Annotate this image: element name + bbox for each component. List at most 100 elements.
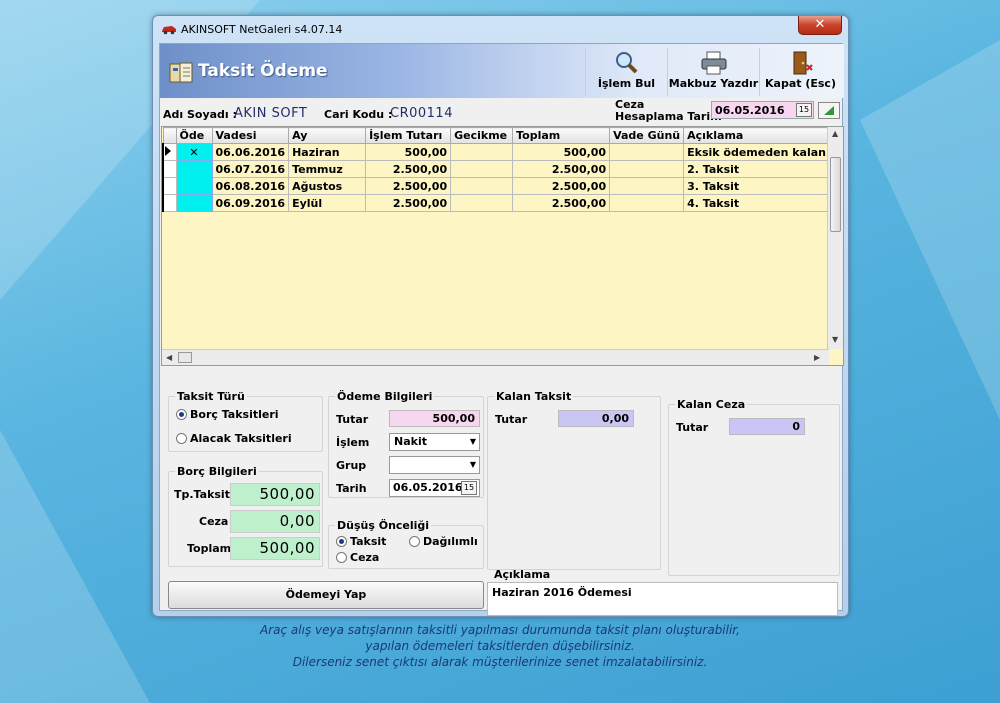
cell-gun xyxy=(609,177,685,195)
row-indicator xyxy=(162,160,177,178)
col-vadesi[interactable]: Vadesi xyxy=(211,127,290,144)
col-toplam[interactable]: Toplam xyxy=(512,127,611,144)
pay-checkbox[interactable] xyxy=(175,160,213,178)
receivable-installments-radio[interactable]: Alacak Taksitleri xyxy=(176,432,292,445)
payment-amount-input[interactable]: 500,00 xyxy=(389,410,480,427)
debt-installments-radio[interactable]: Borç Taksitleri xyxy=(176,408,279,421)
col-gecikme[interactable]: Gecikme xyxy=(450,127,514,144)
radio-empty-icon xyxy=(336,552,347,563)
grid-horizontal-scrollbar[interactable]: ◀ ▶ xyxy=(162,349,829,365)
remaining-penalty-amount-label: Tutar xyxy=(676,421,709,434)
tp-installment-label: Tp.Taksit xyxy=(174,488,230,501)
table-row[interactable]: ✕ 06.06.2016 Haziran 500,00 500,00 Eksik… xyxy=(162,143,837,161)
pay-checkbox[interactable] xyxy=(175,194,213,212)
cell-tutar: 2.500,00 xyxy=(365,177,452,195)
transaction-type-value: Nakit xyxy=(394,435,427,448)
cell-ay: Haziran xyxy=(288,143,367,161)
cell-gun xyxy=(609,143,685,161)
debt-penalty-label: Ceza xyxy=(199,515,229,528)
print-receipt-label: Makbuz Yazdır xyxy=(668,77,759,90)
magnifier-icon xyxy=(615,52,637,74)
tp-installment-value: 500,00 xyxy=(230,483,320,506)
title-bar[interactable]: AKINSOFT NetGaleri s4.07.14 ✕ xyxy=(153,16,848,42)
installment-type-title: Taksit Türü xyxy=(175,390,247,403)
remaining-penalty-group: Kalan Ceza Tutar 0 xyxy=(668,398,840,576)
cell-vade: 06.09.2016 xyxy=(211,194,290,212)
scroll-left-icon[interactable]: ◀ xyxy=(166,353,172,362)
priority-penalty-radio[interactable]: Ceza xyxy=(336,551,379,564)
group-select[interactable]: ▼ xyxy=(389,456,480,474)
search-transaction-button[interactable]: İşlem Bul xyxy=(585,48,667,96)
table-row[interactable]: 06.08.2016 Ağustos 2.500,00 2.500,00 3. … xyxy=(162,177,837,195)
remaining-penalty-title: Kalan Ceza xyxy=(675,398,748,411)
close-form-button[interactable]: Kapat (Esc) xyxy=(759,48,841,96)
col-ode[interactable]: Öde xyxy=(175,127,213,144)
cell-tutar: 2.500,00 xyxy=(365,160,452,178)
chevron-down-icon: ▼ xyxy=(469,437,476,446)
cell-ay: Temmuz xyxy=(288,160,367,178)
row-indicator xyxy=(162,177,177,195)
calendar-icon[interactable]: 15 xyxy=(461,481,477,495)
installment-type-group: Taksit Türü Borç Taksitleri Alacak Taksi… xyxy=(168,390,323,452)
priority-installment-radio[interactable]: Taksit xyxy=(336,535,386,548)
debt-penalty-value: 0,00 xyxy=(230,510,320,533)
caption-line-1: Araç alış veya satışlarının taksitli yap… xyxy=(260,623,740,637)
cell-gecikme xyxy=(450,160,514,178)
make-payment-button[interactable]: Ödemeyi Yap xyxy=(168,581,484,609)
grid-vertical-scrollbar[interactable]: ▲ ▼ xyxy=(827,127,843,349)
scroll-right-icon[interactable]: ▶ xyxy=(814,353,820,362)
scroll-up-icon[interactable]: ▲ xyxy=(832,129,838,138)
description-input[interactable]: Haziran 2016 Ödemesi xyxy=(487,582,838,616)
horizontal-scroll-thumb[interactable] xyxy=(178,352,192,363)
priority-penalty-label: Ceza xyxy=(350,551,380,564)
window-close-button[interactable]: ✕ xyxy=(798,16,842,35)
deduction-priority-title: Düşüş Önceliği xyxy=(335,519,432,532)
cell-aciklama: Eksik ödemeden kalan xyxy=(683,143,837,161)
cell-gun xyxy=(609,194,685,212)
apply-date-button[interactable] xyxy=(818,102,840,119)
col-ay[interactable]: Ay xyxy=(288,127,367,144)
cell-aciklama: 3. Taksit xyxy=(683,177,837,195)
form-client: Taksit Ödeme İşlem Bul Makbuz Yazdır Kap… xyxy=(159,43,844,616)
remaining-installment-title: Kalan Taksit xyxy=(494,390,574,403)
scroll-down-icon[interactable]: ▼ xyxy=(832,335,838,344)
debt-installments-label: Borç Taksitleri xyxy=(190,408,279,421)
payment-info-title: Ödeme Bilgileri xyxy=(335,390,435,403)
print-receipt-button[interactable]: Makbuz Yazdır xyxy=(667,48,759,96)
account-code-value: CR00114 xyxy=(390,106,453,121)
col-vade-gunu[interactable]: Vade Günü xyxy=(609,127,685,144)
calendar-icon[interactable]: 15 xyxy=(796,103,812,117)
transaction-type-label: İşlem xyxy=(336,436,370,449)
payment-date-label: Tarih xyxy=(336,482,367,495)
debt-info-group: Borç Bilgileri Tp.Taksit 500,00 Ceza 0,0… xyxy=(168,465,323,567)
caption-text: Araç alış veya satışlarının taksitli yap… xyxy=(0,622,1000,670)
pay-checkbox[interactable]: ✕ xyxy=(175,143,213,161)
row-pointer-icon xyxy=(162,143,177,161)
cell-toplam: 2.500,00 xyxy=(512,177,611,195)
chevron-down-icon: ▼ xyxy=(469,460,476,469)
form-title: Taksit Ödeme xyxy=(198,61,328,81)
priority-distributed-radio[interactable]: Dağılımlı xyxy=(409,535,478,548)
table-row[interactable]: 06.09.2016 Eylül 2.500,00 2.500,00 4. Ta… xyxy=(162,194,837,212)
payment-amount-label: Tutar xyxy=(336,413,369,426)
col-aciklama[interactable]: Açıklama xyxy=(683,127,837,144)
receivable-installments-label: Alacak Taksitleri xyxy=(190,432,292,445)
exit-door-icon xyxy=(793,51,813,75)
cell-tutar: 2.500,00 xyxy=(365,194,452,212)
play-green-icon xyxy=(824,106,834,115)
table-row[interactable]: 06.07.2016 Temmuz 2.500,00 2.500,00 2. T… xyxy=(162,160,837,178)
caption-line-3: Dilerseniz senet çıktısı alarak müşteril… xyxy=(292,655,708,669)
remaining-installment-amount-label: Tutar xyxy=(495,413,528,426)
vertical-scroll-thumb[interactable] xyxy=(830,157,841,232)
transaction-type-select[interactable]: Nakit ▼ xyxy=(389,433,480,451)
col-islem-tutari[interactable]: İşlem Tutarı xyxy=(365,127,452,144)
name-value: AKIN SOFT xyxy=(234,106,308,121)
grid-header-row: Öde Vadesi Ay İşlem Tutarı Gecikme Topla… xyxy=(162,127,837,144)
pay-checkbox[interactable] xyxy=(175,177,213,195)
cell-gun xyxy=(609,160,685,178)
group-label: Grup xyxy=(336,459,367,472)
remaining-installment-amount-value: 0,00 xyxy=(558,410,634,427)
window-title: AKINSOFT NetGaleri s4.07.14 xyxy=(181,23,343,36)
cell-ay: Eylül xyxy=(288,194,367,212)
radio-selected-icon xyxy=(336,536,347,547)
